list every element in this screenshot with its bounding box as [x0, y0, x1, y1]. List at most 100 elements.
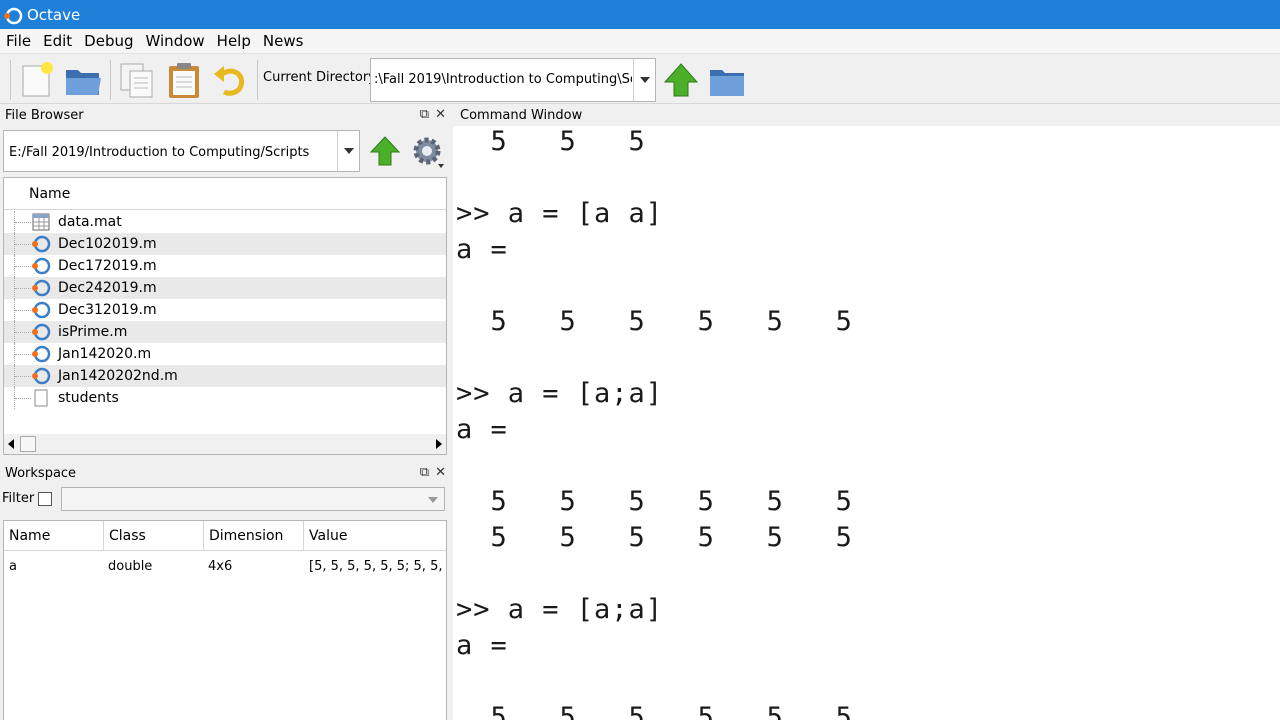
- file-browser-header: File Browser ⧉ ✕: [0, 105, 450, 127]
- gear-icon[interactable]: [410, 134, 446, 170]
- column-value[interactable]: Value: [304, 521, 446, 551]
- tree-line: [14, 387, 32, 409]
- command-output-line: a =: [456, 414, 508, 445]
- browse-folder-icon[interactable]: [707, 60, 747, 100]
- file-name: Dec102019.m: [58, 236, 157, 252]
- undo-icon[interactable]: [210, 60, 250, 100]
- tree-line: [14, 299, 32, 321]
- variable-class: double: [108, 559, 153, 574]
- tree-line: [14, 277, 32, 299]
- octave-script-icon: [32, 345, 51, 363]
- command-output-line: 5 5 5 5 5 5: [456, 306, 853, 337]
- column-name[interactable]: Name: [4, 521, 104, 551]
- scroll-left-icon[interactable]: [8, 439, 14, 449]
- window-title: Octave: [27, 5, 81, 24]
- close-icon[interactable]: ✕: [435, 107, 446, 122]
- undock-icon[interactable]: ⧉: [420, 465, 429, 480]
- variable-dimension: 4x6: [208, 559, 233, 574]
- menu-help[interactable]: Help: [211, 32, 257, 50]
- filter-label: Filter: [2, 491, 35, 506]
- list-item[interactable]: Dec242019.m: [4, 277, 446, 299]
- command-window-title: Command Window: [460, 108, 583, 123]
- octave-script-icon: [32, 367, 51, 385]
- menu-bar: File Edit Debug Window Help News: [0, 29, 1280, 54]
- copy-icon[interactable]: [117, 60, 157, 100]
- scroll-thumb[interactable]: [20, 436, 36, 452]
- file-rows: data.mat Dec102019.m Dec172019.m Dec242019.…: [4, 211, 446, 409]
- toolbar-separator: [10, 60, 11, 100]
- chevron-down-icon[interactable]: [337, 131, 359, 171]
- octave-script-icon: [32, 279, 51, 297]
- tree-line: [14, 211, 32, 233]
- close-icon[interactable]: ✕: [435, 465, 446, 480]
- file-name: Dec242019.m: [58, 280, 157, 296]
- list-item[interactable]: Jan142020.m: [4, 343, 446, 365]
- octave-script-icon: [32, 323, 51, 341]
- command-output-line: 5 5 5: [456, 126, 646, 157]
- tree-line: [14, 343, 32, 365]
- toolbar: Current Directory: :\Fall 2019\Introduct…: [0, 54, 1280, 104]
- chevron-down-icon[interactable]: [633, 59, 655, 101]
- column-dimension[interactable]: Dimension: [204, 521, 304, 551]
- menu-debug[interactable]: Debug: [78, 32, 139, 50]
- menu-edit[interactable]: Edit: [37, 32, 78, 50]
- file-name: Jan1420202nd.m: [58, 368, 178, 384]
- file-list: Name data.mat Dec102019.m Dec172019.m Dec24…: [3, 177, 447, 455]
- horizontal-scrollbar[interactable]: [4, 434, 446, 454]
- file-name: Dec172019.m: [58, 258, 157, 274]
- menu-news[interactable]: News: [257, 32, 310, 50]
- current-directory-combo[interactable]: :\Fall 2019\Introduction to Computing\Sc…: [370, 58, 656, 102]
- undock-icon[interactable]: ⧉: [420, 107, 429, 122]
- file-name: Dec312019.m: [58, 302, 157, 318]
- command-output-line: 5 5 5 5 5 5: [456, 522, 853, 553]
- current-directory-label: Current Directory:: [263, 70, 380, 85]
- filter-combo[interactable]: [61, 487, 445, 511]
- workspace-table-header: Name Class Dimension Value: [4, 521, 446, 551]
- file-name: students: [58, 390, 119, 406]
- up-directory-icon[interactable]: [661, 60, 701, 100]
- column-class[interactable]: Class: [104, 521, 204, 551]
- list-item[interactable]: Dec312019.m: [4, 299, 446, 321]
- file-icon: [34, 389, 48, 407]
- file-name: data.mat: [58, 214, 122, 230]
- file-name: Jan142020.m: [58, 346, 152, 362]
- paste-icon[interactable]: [164, 60, 204, 100]
- octave-script-icon: [32, 235, 51, 253]
- command-output-line: a =: [456, 630, 508, 661]
- toolbar-separator: [257, 60, 258, 100]
- octave-script-icon: [32, 257, 51, 275]
- list-item[interactable]: isPrime.m: [4, 321, 446, 343]
- tree-line: [14, 365, 32, 387]
- column-name[interactable]: Name: [29, 186, 70, 202]
- list-item[interactable]: students: [4, 387, 446, 409]
- tree-line: [14, 321, 32, 343]
- tree-line: [14, 233, 32, 255]
- command-output-line: >> a = [a;a]: [456, 594, 664, 625]
- menu-file[interactable]: File: [0, 32, 37, 50]
- new-script-icon[interactable]: [17, 60, 57, 100]
- command-window[interactable]: 5 5 5 >> a = [a a] a = 5 5 5 5 5 5 >> a = […: [453, 126, 1280, 720]
- file-browser-title: File Browser: [5, 108, 84, 123]
- workspace-header: Workspace ⧉ ✕: [0, 463, 450, 485]
- list-item[interactable]: Jan1420202nd.m: [4, 365, 446, 387]
- list-item[interactable]: data.mat: [4, 211, 446, 233]
- octave-logo-icon: [4, 7, 23, 24]
- command-output-line: >> a = [a;a]: [456, 378, 664, 409]
- command-output-line: >> a = [a a]: [456, 198, 664, 229]
- file-list-header: Name: [4, 178, 446, 210]
- variable-value: [5, 5, 5, 5, 5, 5; 5, 5, 5,: [309, 559, 446, 574]
- command-output-line: 5 5 5 5 5 5: [456, 486, 853, 517]
- menu-window[interactable]: Window: [140, 32, 211, 50]
- list-item[interactable]: Dec172019.m: [4, 255, 446, 277]
- open-folder-icon[interactable]: [63, 60, 103, 100]
- file-browser-path-combo[interactable]: E:/Fall 2019/Introduction to Computing/S…: [3, 130, 360, 172]
- parent-directory-icon[interactable]: [368, 134, 402, 168]
- command-output-line: 5 5 5 5 5 5: [456, 702, 853, 720]
- workspace-table: Name Class Dimension Value a double 4x6 …: [3, 520, 447, 720]
- scroll-right-icon[interactable]: [436, 439, 442, 449]
- filter-checkbox[interactable]: [38, 492, 52, 506]
- toolbar-separator: [110, 60, 111, 100]
- list-item[interactable]: Dec102019.m: [4, 233, 446, 255]
- data-file-icon: [32, 213, 50, 231]
- file-browser-path: E:/Fall 2019/Introduction to Computing/S…: [9, 145, 310, 160]
